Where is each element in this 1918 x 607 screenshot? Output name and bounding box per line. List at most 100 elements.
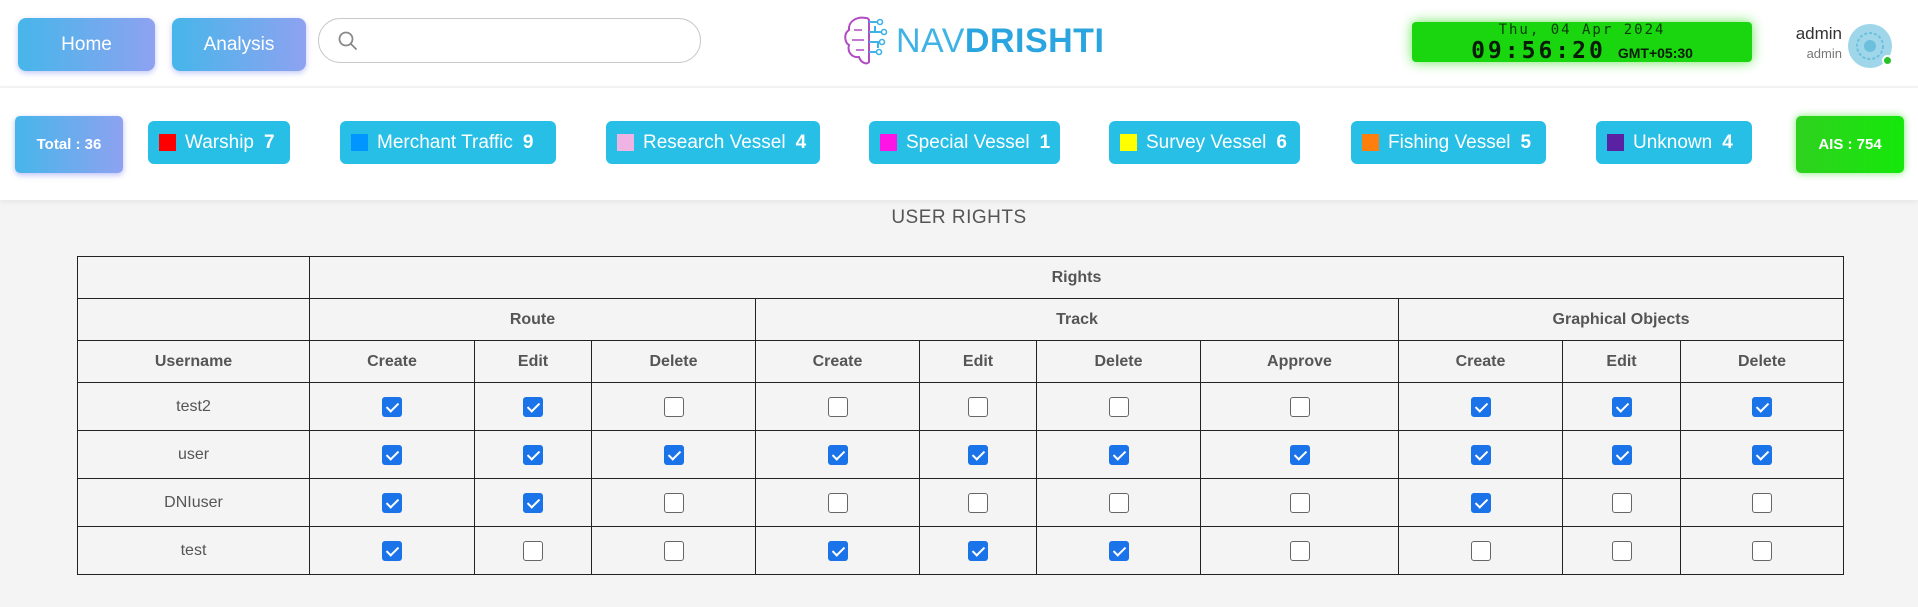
category-research-vessel[interactable]: Research Vessel 4 — [606, 121, 820, 164]
permission-cell — [1562, 430, 1681, 479]
column-header: Edit — [1562, 340, 1681, 383]
permission-checkbox[interactable] — [1752, 396, 1772, 417]
username-cell: test2 — [77, 382, 310, 431]
special-color-swatch — [880, 134, 897, 151]
permission-cell — [474, 382, 592, 431]
permission-cell — [1680, 430, 1844, 479]
permission-checkbox[interactable] — [1470, 492, 1491, 513]
permission-checkbox[interactable] — [382, 396, 402, 417]
permission-checkbox[interactable] — [1470, 396, 1491, 417]
permission-checkbox[interactable] — [1470, 444, 1491, 465]
permission-checkbox[interactable] — [1108, 492, 1129, 513]
category-unknown[interactable]: Unknown 4 — [1596, 121, 1752, 164]
table-row: DNIuser — [77, 478, 1844, 527]
permission-cell — [919, 478, 1037, 527]
permission-checkbox[interactable] — [1289, 540, 1310, 561]
permission-cell — [1562, 382, 1681, 431]
permission-checkbox[interactable] — [663, 444, 684, 465]
permission-checkbox[interactable] — [523, 396, 543, 417]
brain-circuit-icon — [844, 16, 888, 65]
permission-checkbox[interactable] — [523, 540, 543, 561]
permission-checkbox[interactable] — [1611, 492, 1632, 513]
permission-checkbox[interactable] — [968, 396, 988, 417]
app-logo: NAVDRISHTI — [842, 12, 1104, 70]
permission-checkbox[interactable] — [663, 540, 684, 561]
permission-checkbox[interactable] — [523, 492, 543, 513]
column-header: Create — [309, 340, 475, 383]
permission-checkbox[interactable] — [523, 444, 543, 465]
permission-checkbox[interactable] — [1470, 540, 1491, 561]
permission-checkbox[interactable] — [382, 444, 402, 465]
corner-cell — [77, 298, 310, 341]
permission-checkbox[interactable] — [968, 444, 988, 465]
column-header: Approve — [1200, 340, 1399, 383]
permission-cell — [755, 430, 920, 479]
permission-cell — [1398, 478, 1563, 527]
permission-checkbox[interactable] — [1611, 396, 1632, 417]
permission-checkbox[interactable] — [1611, 444, 1632, 465]
permission-cell — [919, 382, 1037, 431]
username-cell: user — [77, 430, 310, 479]
category-warship[interactable]: Warship 7 — [148, 121, 290, 164]
fishing-color-swatch — [1362, 134, 1379, 151]
corner-cell — [77, 256, 310, 299]
permission-cell — [309, 478, 475, 527]
permission-checkbox[interactable] — [968, 492, 988, 513]
category-count: 6 — [1276, 131, 1287, 153]
ais-count-badge[interactable]: AIS : 754 — [1796, 116, 1904, 173]
category-special-vessel[interactable]: Special Vessel 1 — [869, 121, 1060, 164]
search-icon — [338, 31, 357, 50]
permission-cell — [1562, 478, 1681, 527]
permission-checkbox[interactable] — [1752, 444, 1772, 465]
permission-cell — [1562, 526, 1681, 575]
permission-checkbox[interactable] — [1289, 444, 1310, 465]
permission-checkbox[interactable] — [1752, 492, 1772, 513]
permission-cell — [755, 382, 920, 431]
permission-checkbox[interactable] — [663, 492, 684, 513]
permission-cell — [474, 526, 592, 575]
avatar[interactable] — [1848, 24, 1893, 68]
permission-checkbox[interactable] — [1108, 540, 1129, 561]
category-label: Fishing Vessel — [1388, 131, 1511, 153]
analysis-button[interactable]: Analysis — [172, 18, 306, 71]
permission-checkbox[interactable] — [382, 540, 402, 561]
search-input[interactable] — [318, 18, 701, 63]
home-button[interactable]: Home — [18, 18, 155, 71]
permission-cell — [1398, 382, 1563, 431]
permission-checkbox[interactable] — [1108, 444, 1129, 465]
section-route: Route — [309, 298, 756, 341]
permission-cell — [1398, 430, 1563, 479]
column-header: Delete — [591, 340, 756, 383]
total-count-badge[interactable]: Total : 36 — [15, 116, 123, 173]
column-header: Delete — [1036, 340, 1201, 383]
column-header: Delete — [1680, 340, 1844, 383]
user-role: admin — [1806, 46, 1842, 61]
user-avatar-icon — [1856, 32, 1884, 60]
permission-checkbox[interactable] — [663, 396, 684, 417]
table-row: user — [77, 430, 1844, 479]
timezone: GMT+05:30 — [1617, 45, 1693, 61]
permission-checkbox[interactable] — [382, 492, 402, 513]
permission-checkbox[interactable] — [827, 540, 848, 561]
permission-checkbox[interactable] — [1611, 540, 1632, 561]
permission-checkbox[interactable] — [1289, 396, 1310, 417]
date-time-display: Thu, 04 Apr 2024 09:56:20 GMT+05:30 — [1412, 22, 1752, 64]
permission-checkbox[interactable] — [968, 540, 988, 561]
category-merchant-traffic[interactable]: Merchant Traffic 9 — [340, 121, 556, 164]
merchant-color-swatch — [351, 134, 368, 151]
permission-cell — [755, 478, 920, 527]
research-color-swatch — [617, 134, 634, 151]
permission-checkbox[interactable] — [1108, 396, 1129, 417]
permission-checkbox[interactable] — [827, 492, 848, 513]
category-fishing-vessel[interactable]: Fishing Vessel 5 — [1351, 121, 1546, 164]
permission-checkbox[interactable] — [827, 396, 848, 417]
category-survey-vessel[interactable]: Survey Vessel 6 — [1109, 121, 1300, 164]
current-date: Thu, 04 Apr 2024 — [1498, 22, 1666, 38]
column-header: Edit — [474, 340, 592, 383]
username-header: Username — [77, 340, 310, 383]
permission-checkbox[interactable] — [1289, 492, 1310, 513]
permission-checkbox[interactable] — [1752, 540, 1772, 561]
permission-cell — [1200, 526, 1399, 575]
permission-checkbox[interactable] — [827, 444, 848, 465]
category-label: Unknown — [1633, 131, 1713, 153]
